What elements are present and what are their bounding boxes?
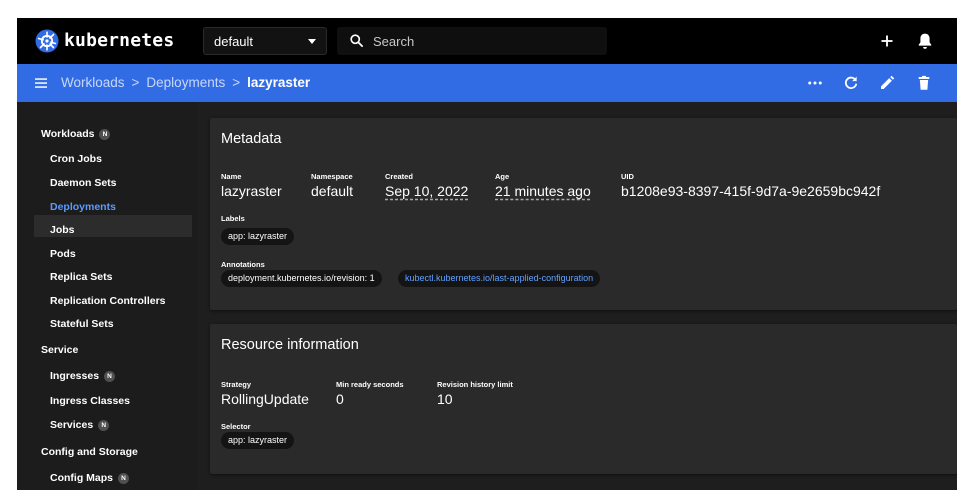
selector-chip: app: lazyraster	[221, 432, 295, 449]
brand-name: kubernetes	[64, 30, 175, 51]
annotation-link-chip[interactable]: kubectl.kubernetes.io/last-applied-confi…	[398, 270, 601, 287]
annotations-label: Annotations	[221, 260, 265, 269]
delete-trash-icon[interactable]	[915, 74, 933, 92]
chevron-down-icon	[308, 39, 316, 44]
namespaced-badge: N	[118, 473, 129, 484]
namespace-select[interactable]: default	[203, 27, 327, 55]
strategy-value: RollingUpdate	[221, 391, 309, 407]
more-horizontal-icon[interactable]	[806, 74, 824, 92]
breadcrumb: Workloads > Deployments > lazyraster	[61, 75, 310, 90]
sidebar-item-label: Config Maps	[50, 472, 113, 484]
sidebar: Workloads N Cron Jobs Daemon Sets Deploym…	[17, 102, 197, 490]
breadcrumb-bar: Workloads > Deployments > lazyraster	[17, 64, 957, 102]
strategy-label: Strategy	[221, 380, 252, 389]
breadcrumb-current: lazyraster	[247, 75, 311, 90]
namespaced-badge: N	[104, 371, 116, 382]
sidebar-item-daemon-sets[interactable]: Daemon Sets	[50, 177, 117, 189]
sidebar-item-label: Services	[50, 419, 94, 431]
sidebar-item-pods[interactable]: Pods	[50, 248, 76, 260]
selector-label: Selector	[221, 422, 251, 431]
created-value: Sep 10, 2022	[385, 183, 469, 199]
edit-pencil-icon[interactable]	[878, 74, 896, 92]
sidebar-item-config-maps[interactable]: Config Maps N	[50, 472, 129, 484]
refresh-icon[interactable]	[842, 74, 860, 92]
sidebar-section-workloads[interactable]: Workloads N	[41, 128, 111, 140]
namespace-select-value: default	[214, 34, 254, 49]
breadcrumb-deployments[interactable]: Deployments	[146, 75, 225, 90]
created-label: Created	[385, 172, 413, 181]
sidebar-section-config-and-storage[interactable]: Config and Storage	[41, 446, 138, 458]
uid-label: UID	[621, 172, 634, 181]
sidebar-item-jobs[interactable]: Jobs	[50, 224, 75, 236]
resource-information-card: Resource information Strategy RollingUpd…	[210, 324, 957, 474]
namespaced-badge: N	[98, 420, 110, 431]
breadcrumb-separator: >	[232, 75, 241, 90]
resource-information-title: Resource information	[221, 337, 359, 353]
sidebar-item-cron-jobs[interactable]: Cron Jobs	[50, 153, 102, 165]
age-label: Age	[495, 172, 510, 181]
sidebar-item-deployments[interactable]: Deployments	[50, 201, 116, 213]
breadcrumb-separator: >	[131, 75, 140, 90]
search-icon	[350, 34, 363, 47]
top-bar: kubernetes default	[17, 18, 957, 64]
name-value: lazyraster	[221, 183, 282, 199]
min-ready-seconds-value: 0	[336, 391, 344, 407]
sidebar-section-service[interactable]: Service	[41, 344, 78, 356]
name-label: Name	[221, 172, 242, 181]
sidebar-item-services[interactable]: Services N	[50, 419, 110, 431]
sidebar-item-label: Ingresses	[50, 370, 100, 382]
kubernetes-logo-icon[interactable]	[35, 29, 59, 53]
namespace-label: Namespace	[311, 172, 353, 181]
search-box[interactable]	[337, 27, 607, 55]
annotation-chip: deployment.kubernetes.io/revision: 1	[221, 270, 382, 287]
breadcrumb-workloads[interactable]: Workloads	[61, 75, 125, 90]
plus-icon[interactable]	[876, 30, 898, 52]
label-chip: app: lazyraster	[221, 228, 295, 245]
sidebar-item-ingress-classes[interactable]: Ingress Classes	[50, 395, 130, 407]
age-value: 21 minutes ago	[495, 183, 591, 199]
metadata-title: Metadata	[221, 131, 282, 147]
revision-history-limit-label: Revision history limit	[437, 380, 513, 389]
sidebar-item-stateful-sets[interactable]: Stateful Sets	[50, 318, 114, 330]
namespaced-badge: N	[99, 129, 111, 140]
sidebar-item-replication-controllers[interactable]: Replication Controllers	[50, 295, 166, 307]
labels-label: Labels	[221, 214, 245, 223]
sidebar-section-label: Workloads	[41, 128, 95, 140]
search-input[interactable]	[373, 27, 593, 55]
sidebar-item-ingresses[interactable]: Ingresses N	[50, 370, 116, 382]
sidebar-item-replica-sets[interactable]: Replica Sets	[50, 271, 112, 283]
menu-icon[interactable]	[33, 75, 49, 91]
min-ready-seconds-label: Min ready seconds	[336, 380, 404, 389]
app-window: kubernetes default Worklo	[17, 18, 957, 490]
namespace-value: default	[311, 183, 354, 199]
metadata-card: Metadata Name lazyraster Namespace defau…	[210, 118, 957, 310]
uid-value: b1208e93-8397-415f-9d7a-9e2659bc942f	[621, 183, 881, 199]
revision-history-limit-value: 10	[437, 391, 453, 407]
bell-icon[interactable]	[914, 30, 936, 52]
